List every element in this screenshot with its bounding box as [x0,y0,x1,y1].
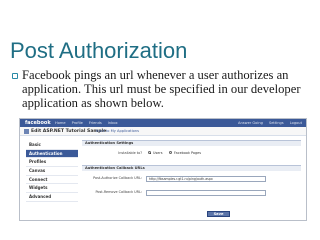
facebook-topbar: facebook Home Profile Friends Inbox Answ… [20,119,306,127]
sidebar-item-advanced[interactable]: Advanced [26,193,78,202]
account-link[interactable]: Answer Going [238,119,263,127]
facebook-logo: facebook [25,120,51,126]
nav-friends-link[interactable]: Friends [89,119,102,127]
app-icon [24,129,29,134]
sidebar-item-profiles[interactable]: Profiles [26,158,78,168]
topbar-nav: Home Profile Friends Inbox [55,119,118,127]
sidebar-item-canvas[interactable]: Canvas [26,167,78,176]
nav-home-link[interactable]: Home [55,119,66,127]
logout-link[interactable]: Logout [290,119,302,127]
installable-to-label: Installable to? [118,151,142,155]
developer-app-screenshot: facebook Home Profile Friends Inbox Answ… [19,118,307,221]
section-heading: Authentication Settings [82,140,301,146]
nav-profile-link[interactable]: Profile [72,119,83,127]
post-authorize-url-input[interactable]: http://fbsamples.r.gt1.ru/ping/auth.aspx [146,176,266,182]
app-title: Edit ASP.NET Tutorial Sample [31,129,107,134]
post-authorize-url-label: Post-Authorize Callback URL: [93,176,142,180]
slide-title: Post Authorization [10,38,188,63]
sidebar-item-widgets[interactable]: Widgets [26,184,78,194]
post-remove-url-input[interactable] [146,190,266,196]
back-to-applications-link[interactable]: Back to My Applications [96,128,139,135]
section-heading: Authentication Callback URLs [82,165,301,171]
bullet-text: Facebook pings an url whenever a user au… [22,68,301,110]
sidebar-item-connect[interactable]: Connect [26,176,78,185]
users-radio-label: Users [153,151,163,155]
callback-urls-section: Authentication Callback URLs Post-Author… [82,165,301,217]
facebook-pages-radio[interactable] [169,151,173,155]
post-remove-url-label: Post-Remove Callback URL: [95,190,143,194]
nav-inbox-link[interactable]: Inbox [108,119,118,127]
sidebar-item-authentication[interactable]: Authentication [26,149,78,159]
settings-sidebar: Basic Authentication Profiles Canvas Con… [26,141,78,202]
facebook-pages-radio-label: Facebook Pages [174,151,201,155]
bullet-square-icon [12,73,18,79]
sidebar-item-basic[interactable]: Basic [26,141,78,150]
save-changes-button[interactable]: Save Changes [207,211,230,220]
authentication-settings-section: Authentication Settings Installable to? … [82,140,301,162]
app-header: Edit ASP.NET Tutorial Sample Back to My … [20,127,306,136]
settings-link[interactable]: Settings [269,119,284,127]
topbar-right-links: Answer Going Settings Logout [238,119,302,127]
users-radio[interactable] [148,151,152,155]
bullet-item: Facebook pings an url whenever a user au… [12,68,312,110]
